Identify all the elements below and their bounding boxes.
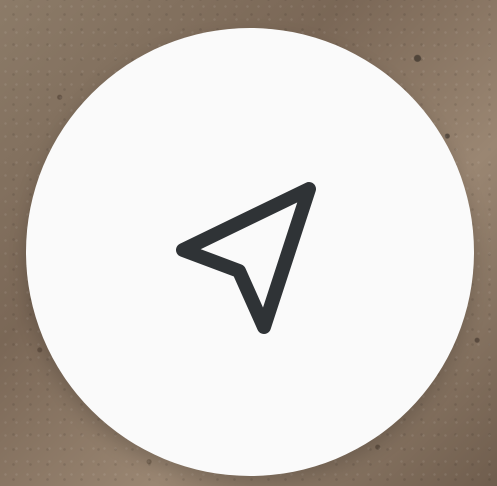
my-location-button[interactable] <box>26 28 474 476</box>
navigation-arrow-icon <box>176 182 316 334</box>
